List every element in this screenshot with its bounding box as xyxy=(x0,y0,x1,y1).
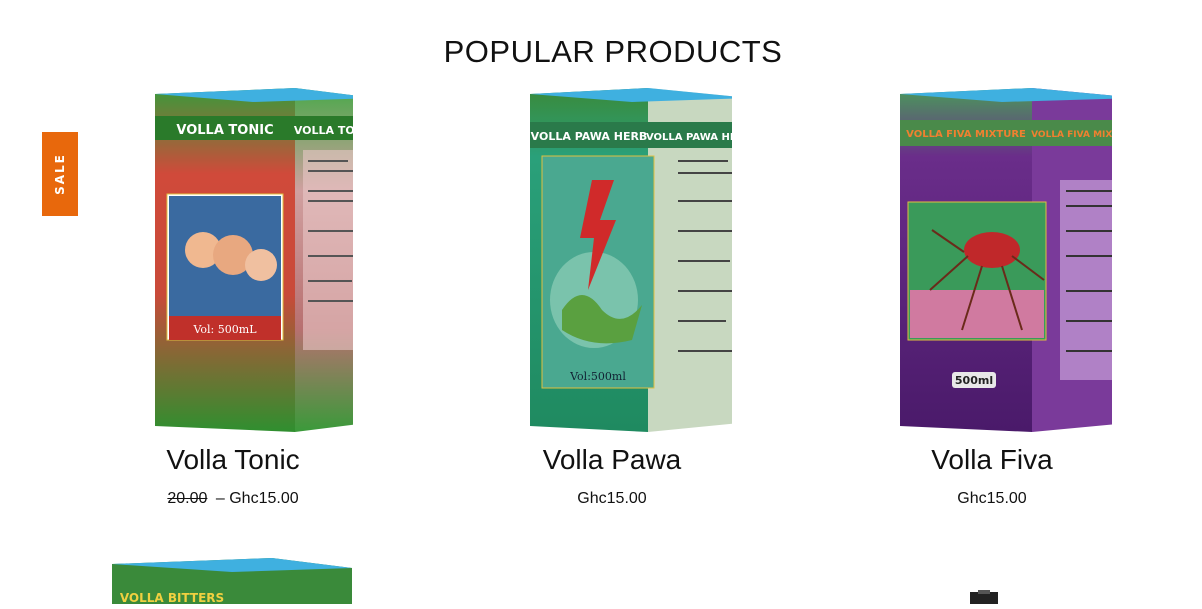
box-title-front: VOLLA FIVA MIXTURE xyxy=(906,129,1026,140)
price-old: 20.00 xyxy=(167,490,208,507)
product-image[interactable]: VOLLA TONIC VOLLA TONIC Vol: 500mL xyxy=(113,80,353,442)
product-card-volla-tonic[interactable]: VOLLA TONIC VOLLA TONIC Vol: 500mL Volla… xyxy=(83,80,383,507)
product-name[interactable]: Volla Fiva xyxy=(842,444,1142,476)
product-image[interactable]: VOLLA PAWA HERB VOLLA PAWA HERB Vol:500m… xyxy=(492,80,732,442)
product-name[interactable]: Volla Tonic xyxy=(83,444,383,476)
product-price: 20.00 – Ghc15.00 xyxy=(83,490,383,508)
sale-badge-label: SALE xyxy=(53,153,67,195)
product-card-next[interactable] xyxy=(966,590,1002,604)
box-title-front: VOLLA BITTERS xyxy=(120,591,224,604)
box-title-side: VOLLA FIVA MIXTURE xyxy=(1031,130,1112,140)
product-image[interactable]: VOLLA FIVA MIXTURE VOLLA FIVA MIXTURE 50… xyxy=(872,80,1112,442)
box-title-front: VOLLA TONIC xyxy=(176,123,273,138)
box-title-side: VOLLA TONIC xyxy=(294,124,353,137)
price-current: Ghc15.00 xyxy=(957,490,1027,507)
price-separator: – xyxy=(215,490,225,507)
box-volume: 500ml xyxy=(955,374,993,387)
sale-badge: SALE xyxy=(42,132,78,216)
section-title: POPULAR PRODUCTS xyxy=(443,33,783,69)
product-price: Ghc15.00 xyxy=(462,490,762,508)
product-card-volla-bitters[interactable]: VOLLA BITTERS xyxy=(112,558,352,605)
price-current: Ghc15.00 xyxy=(577,490,647,507)
product-price: Ghc15.00 xyxy=(842,490,1142,508)
box-title-front: VOLLA PAWA HERB xyxy=(531,130,648,143)
box-volume: Vol:500ml xyxy=(569,370,626,383)
box-title-side: VOLLA PAWA HERB xyxy=(646,132,732,143)
product-card-volla-pawa[interactable]: VOLLA PAWA HERB VOLLA PAWA HERB Vol:500m… xyxy=(462,80,762,507)
product-name[interactable]: Volla Pawa xyxy=(462,444,762,476)
price-current: Ghc15.00 xyxy=(229,490,299,507)
box-volume: Vol: 500mL xyxy=(192,323,257,336)
product-card-volla-fiva[interactable]: VOLLA FIVA MIXTURE VOLLA FIVA MIXTURE 50… xyxy=(842,80,1142,507)
